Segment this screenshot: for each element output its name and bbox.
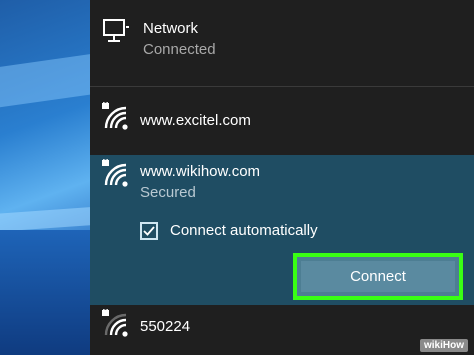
monitor-icon — [102, 18, 130, 49]
wifi-network-item-wikihow[interactable]: www.wikihow.com Secured Connect automati… — [90, 155, 474, 305]
divider — [90, 86, 474, 87]
wallpaper-light-beam — [0, 205, 90, 233]
desktop-wallpaper — [0, 0, 90, 355]
network-name: www.wikihow.com — [140, 163, 261, 180]
network-status: Secured — [140, 184, 196, 201]
wikihow-watermark: wikiHow — [419, 339, 468, 352]
connect-button[interactable]: Connect — [293, 253, 463, 300]
connect-automatically-label[interactable]: Connect automatically — [170, 222, 318, 240]
wifi-secured-icon — [100, 307, 132, 346]
checkmark-icon — [143, 226, 155, 236]
wifi-secured-icon — [100, 100, 132, 139]
wallpaper-light-beam — [0, 50, 90, 110]
network-name: Network — [143, 20, 199, 37]
wired-network-item[interactable]: Network Connected — [90, 0, 474, 86]
network-name: 550224 — [140, 318, 191, 335]
network-flyout: Network Connected www.excitel.com www.wi… — [90, 0, 474, 355]
connect-button-label: Connect — [350, 268, 406, 285]
wifi-secured-icon — [100, 157, 132, 196]
wallpaper-window-pane — [0, 230, 90, 355]
network-status: Connected — [143, 41, 216, 58]
connect-automatically-checkbox[interactable] — [140, 222, 158, 240]
wifi-network-item-excitel[interactable]: www.excitel.com — [90, 100, 474, 144]
wifi-network-item-550224[interactable]: 550224 — [90, 305, 474, 355]
network-name: www.excitel.com — [140, 112, 251, 129]
